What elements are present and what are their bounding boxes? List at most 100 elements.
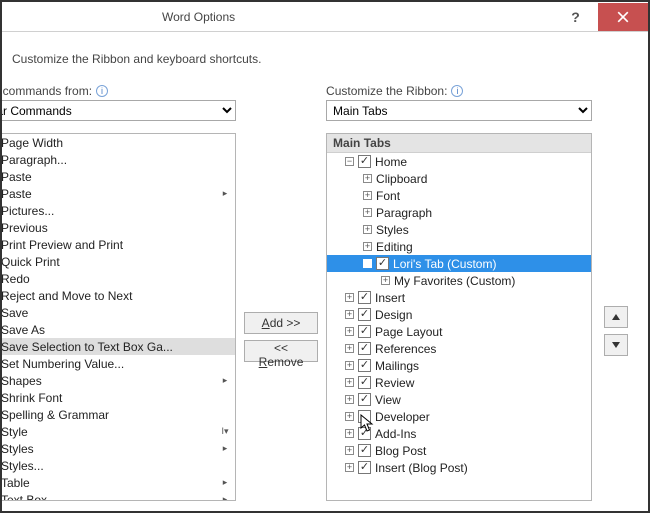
tree-row[interactable]: +Review xyxy=(327,374,591,391)
expand-icon[interactable]: + xyxy=(363,208,372,217)
list-item[interactable]: Spelling & Grammar xyxy=(0,406,235,423)
tree-row[interactable]: −Lori's Tab (Custom) xyxy=(327,255,591,272)
submenu-arrow-icon: ▸ xyxy=(219,188,231,199)
help-button[interactable]: ? xyxy=(553,3,598,31)
expand-icon[interactable]: + xyxy=(381,276,390,285)
list-item[interactable]: StyleI▾ xyxy=(0,423,235,440)
list-item[interactable]: Styles▸ xyxy=(0,440,235,457)
list-item[interactable]: Redo xyxy=(0,270,235,287)
list-item[interactable]: Paste xyxy=(0,168,235,185)
checkbox[interactable] xyxy=(358,461,371,474)
tree-row[interactable]: + Add-Ins xyxy=(327,425,591,442)
list-item[interactable]: Paste▸ xyxy=(0,185,235,202)
remove-button[interactable]: << Remove xyxy=(244,340,318,362)
list-item[interactable]: Page Width xyxy=(0,134,235,151)
expand-icon[interactable]: + xyxy=(345,327,354,336)
tree-row[interactable]: +Insert xyxy=(327,289,591,306)
tree-row-label: View xyxy=(375,393,401,407)
tree-row-label: Add-Ins xyxy=(375,427,416,441)
list-item[interactable]: Set Numbering Value... xyxy=(0,355,235,372)
list-item[interactable]: Save As xyxy=(0,321,235,338)
checkbox[interactable] xyxy=(376,257,389,270)
tree-row[interactable]: +Paragraph xyxy=(327,204,591,221)
collapse-icon[interactable]: − xyxy=(363,259,372,268)
checkbox[interactable] xyxy=(358,427,371,440)
expand-icon[interactable]: + xyxy=(363,174,372,183)
tree-row-label: Clipboard xyxy=(376,172,427,186)
expand-icon[interactable]: + xyxy=(345,378,354,387)
list-item[interactable]: Quick Print xyxy=(0,253,235,270)
tree-row[interactable]: +Design xyxy=(327,306,591,323)
list-item[interactable]: Previous xyxy=(0,219,235,236)
list-item-label: Styles... xyxy=(1,459,44,473)
checkbox[interactable] xyxy=(358,325,371,338)
checkbox[interactable] xyxy=(358,291,371,304)
expand-icon[interactable]: + xyxy=(345,463,354,472)
tree-row[interactable]: +My Favorites (Custom) xyxy=(327,272,591,289)
expand-icon[interactable]: + xyxy=(345,446,354,455)
list-item[interactable]: Paragraph... xyxy=(0,151,235,168)
tree-row[interactable]: + Developer xyxy=(327,408,591,425)
list-item[interactable]: Shapes▸ xyxy=(0,372,235,389)
list-item[interactable]: Pictures... xyxy=(0,202,235,219)
tree-row-label: Developer xyxy=(375,410,430,424)
move-up-button[interactable] xyxy=(604,306,628,328)
list-item[interactable]: Table▸ xyxy=(0,474,235,491)
tree-row[interactable]: + Editing xyxy=(327,238,591,255)
commands-listbox[interactable]: Page WidthParagraph...PastePaste▸ Picture… xyxy=(0,133,236,501)
list-item[interactable]: Shrink Font xyxy=(0,389,235,406)
expand-icon[interactable]: + xyxy=(345,412,354,421)
choose-commands-combo[interactable]: ular Commands xyxy=(0,100,236,121)
expand-icon[interactable]: + xyxy=(345,429,354,438)
add-button[interactable]: Add >> xyxy=(244,312,318,334)
list-item[interactable]: Reject and Move to Next xyxy=(0,287,235,304)
tree-row[interactable]: +References xyxy=(327,340,591,357)
checkbox[interactable] xyxy=(358,359,371,372)
list-item-label: Text Box xyxy=(1,493,47,501)
expand-icon[interactable]: + xyxy=(363,191,372,200)
checkbox[interactable] xyxy=(358,376,371,389)
triangle-down-icon xyxy=(611,340,621,350)
tree-row[interactable]: + View xyxy=(327,391,591,408)
expand-icon[interactable]: + xyxy=(345,293,354,302)
list-item[interactable]: Styles... xyxy=(0,457,235,474)
tree-row[interactable]: +Font xyxy=(327,187,591,204)
tree-row[interactable]: +Insert (Blog Post) xyxy=(327,459,591,476)
collapse-icon[interactable]: − xyxy=(345,157,354,166)
customize-ribbon-combo[interactable]: Main Tabs xyxy=(326,100,592,121)
move-down-button[interactable] xyxy=(604,334,628,356)
close-button[interactable] xyxy=(598,3,648,31)
page-subtitle: Customize the Ribbon and keyboard shortc… xyxy=(12,52,630,66)
checkbox[interactable] xyxy=(358,444,371,457)
dialog-body: Customize the Ribbon and keyboard shortc… xyxy=(0,32,648,511)
tree-row[interactable]: +Page Layout xyxy=(327,323,591,340)
expand-icon[interactable]: + xyxy=(363,242,372,251)
list-item-label: Quick Print xyxy=(1,255,60,269)
list-item[interactable]: Text Box▸ xyxy=(0,491,235,500)
checkbox[interactable] xyxy=(358,308,371,321)
checkbox[interactable] xyxy=(358,155,371,168)
ribbon-tree[interactable]: Main Tabs −Home + Clipboard+Font+Paragraph… xyxy=(326,133,592,501)
checkbox[interactable] xyxy=(358,410,371,423)
checkbox[interactable] xyxy=(358,393,371,406)
list-item[interactable]: Save Selection to Text Box Ga... xyxy=(0,338,235,355)
expand-icon[interactable]: + xyxy=(345,310,354,319)
tree-row-label: Editing xyxy=(376,240,413,254)
tree-row[interactable]: +Blog Post xyxy=(327,442,591,459)
list-item[interactable]: Print Preview and Print xyxy=(0,236,235,253)
tree-row[interactable]: +Styles xyxy=(327,221,591,238)
list-item[interactable]: Save xyxy=(0,304,235,321)
tree-row[interactable]: + Clipboard xyxy=(327,170,591,187)
tree-row[interactable]: +Mailings xyxy=(327,357,591,374)
expand-icon[interactable]: + xyxy=(363,225,372,234)
info-icon[interactable]: i xyxy=(96,85,108,97)
tree-row[interactable]: −Home xyxy=(327,153,591,170)
info-icon[interactable]: i xyxy=(451,85,463,97)
list-item-label: Pictures... xyxy=(1,204,54,218)
expand-icon[interactable]: + xyxy=(345,361,354,370)
expand-icon[interactable]: + xyxy=(345,395,354,404)
titlebar: Word Options ? xyxy=(2,2,648,32)
expand-icon[interactable]: + xyxy=(345,344,354,353)
tree-header: Main Tabs xyxy=(327,134,591,153)
checkbox[interactable] xyxy=(358,342,371,355)
